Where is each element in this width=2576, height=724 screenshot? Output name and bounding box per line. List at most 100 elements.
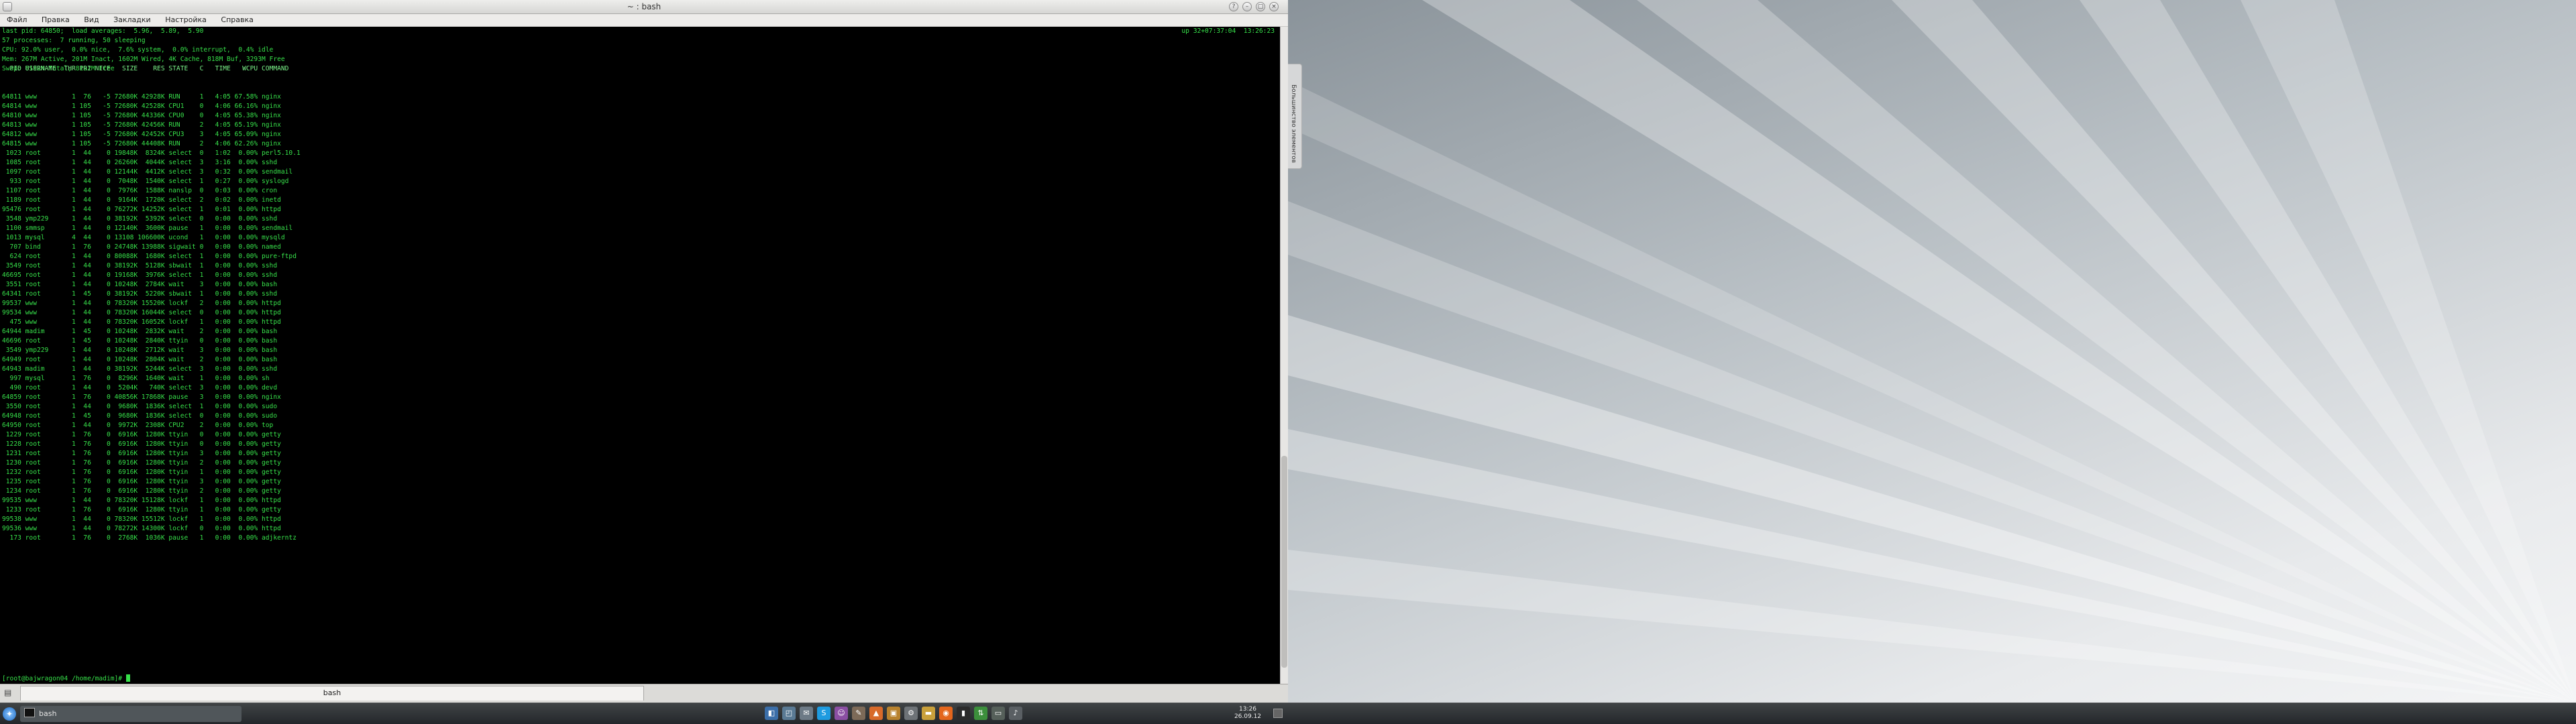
process-row: 64811 www 1 76 -5 72680K 42928K RUN 1 4:… (2, 93, 281, 101)
help-button[interactable]: ? (1229, 2, 1238, 11)
desktop-wallpaper[interactable]: Большинство элементов (1288, 0, 2576, 703)
menu-file[interactable]: Файл (0, 14, 32, 26)
process-row: 1097 root 1 44 0 12144K 4412K select 3 0… (2, 168, 293, 176)
clock-date: 26.09.12 (1234, 713, 1262, 720)
network-icon[interactable]: ⇅ (974, 707, 987, 720)
taskbar: ✦ bash ◧ ◰ ✉ S ☺ ✎ ▲ ▣ ⚙ ▬ ◉ ▮ ⇅ ▭ ♪ 13:26 26.09.12 (0, 703, 2576, 724)
mail-icon[interactable]: ✉ (800, 707, 813, 720)
process-row: 490 root 1 44 0 5204K 740K select 3 0:00… (2, 384, 278, 391)
process-row: 624 root 1 44 0 80088K 1680K select 1 0:… (2, 253, 297, 260)
gear-icon[interactable]: ⚙ (904, 707, 918, 720)
process-row: 99535 www 1 44 0 78320K 15128K lockf 1 0… (2, 497, 281, 504)
minimize-button[interactable]: – (1242, 2, 1252, 11)
brief-icon[interactable]: ▣ (887, 707, 900, 720)
menu-bookmarks[interactable]: Закладки (107, 14, 156, 26)
folder-icon[interactable]: ▬ (922, 707, 935, 720)
desktop-side-widget[interactable]: Большинство элементов (1288, 64, 1302, 169)
process-row: 64950 root 1 44 0 9972K 2308K CPU2 2 0:0… (2, 422, 274, 429)
tool-icon[interactable]: ✎ (852, 707, 865, 720)
process-row: 707 bind 1 76 0 24748K 13988K sigwait 0 … (2, 243, 281, 251)
text-cursor (125, 674, 130, 682)
process-row: 1228 root 1 76 0 6916K 1280K ttyin 0 0:0… (2, 440, 281, 448)
process-row: 99538 www 1 44 0 78320K 15512K lockf 1 0… (2, 516, 281, 523)
process-row: 64944 madim 1 45 0 10248K 2832K wait 2 0… (2, 328, 278, 335)
terminal-icon[interactable]: ▮ (957, 707, 970, 720)
process-row: 1189 root 1 44 0 9164K 1720K select 2 0:… (2, 196, 281, 204)
process-row: 1100 smmsp 1 44 0 12140K 3600K pause 1 0… (2, 225, 293, 232)
task-konsole[interactable]: bash (20, 706, 241, 722)
process-row: 1085 root 1 44 0 26260K 4044K select 3 3… (2, 159, 278, 166)
menu-help[interactable]: Справка (214, 14, 258, 26)
firefox-icon[interactable]: ◉ (939, 707, 953, 720)
process-row: 64814 www 1 105 -5 72680K 42528K CPU1 0 … (2, 103, 281, 110)
process-row: 1107 root 1 44 0 7976K 1588K nanslp 0 0:… (2, 187, 278, 194)
process-row: 64812 www 1 105 -5 72680K 42452K CPU3 3 … (2, 131, 281, 138)
process-table-header: PID USERNAME THR PRI NICE SIZE RES STATE… (2, 65, 289, 72)
process-row: 1013 mysql 4 44 0 13108 106600K ucond 1 … (2, 234, 285, 241)
process-row: 997 mysql 1 76 0 8296K 1640K wait 1 0:00… (2, 375, 270, 382)
process-row: 3549 root 1 44 0 38192K 5128K sbwait 1 0… (2, 262, 278, 269)
close-button[interactable]: × (1269, 2, 1279, 11)
process-table: PID USERNAME THR PRI NICE SIZE RES STATE… (2, 46, 301, 562)
skype-icon[interactable]: S (817, 707, 830, 720)
process-row: 3549 ymp229 1 44 0 10248K 2712K wait 3 0… (2, 347, 278, 354)
window-title: ~ : bash (627, 2, 661, 11)
prompt-text: [root@bajwragon04 /home/madim]# (2, 675, 126, 682)
process-row: 99534 www 1 44 0 78320K 16044K select 0 … (2, 309, 281, 316)
clock-time: 13:26 (1239, 706, 1256, 713)
process-row: 1232 root 1 76 0 6916K 1280K ttyin 1 0:0… (2, 469, 281, 476)
process-row: 64810 www 1 105 -5 72680K 44336K CPU0 0 … (2, 112, 281, 119)
process-row: 933 root 1 44 0 7048K 1540K select 1 0:2… (2, 178, 289, 185)
clock[interactable]: 13:26 26.09.12 (1228, 706, 1268, 721)
process-row: 64813 www 1 105 -5 72680K 42456K RUN 2 4… (2, 121, 281, 129)
konsole-window: ~ : bash ? – ▢ × Файл Правка Вид Закладк… (0, 0, 1288, 703)
maximize-button[interactable]: ▢ (1256, 2, 1265, 11)
process-row: 3550 root 1 44 0 9680K 1836K select 1 0:… (2, 403, 278, 410)
side-widget-label: Большинство элементов (1290, 84, 1297, 164)
process-row: 3551 root 1 44 0 10248K 2784K wait 3 0:0… (2, 281, 278, 288)
process-row: 1230 root 1 76 0 6916K 1280K ttyin 2 0:0… (2, 459, 281, 467)
menu-settings[interactable]: Настройка (158, 14, 212, 26)
menu-view[interactable]: Вид (77, 14, 104, 26)
volume-icon[interactable]: ♪ (1009, 707, 1022, 720)
terminal-scrollbar[interactable] (1280, 27, 1288, 684)
process-row: 64949 root 1 44 0 10248K 2804K wait 2 0:… (2, 356, 278, 363)
process-row: 64341 root 1 45 0 38192K 5220K sbwait 1 … (2, 290, 278, 298)
battery-icon[interactable]: ▭ (991, 707, 1005, 720)
process-row: 3548 ymp229 1 44 0 38192K 5392K select 0… (2, 215, 278, 223)
show-desktop-button[interactable] (1273, 709, 1283, 718)
process-row: 475 www 1 44 0 78320K 16052K lockf 1 0:0… (2, 318, 281, 326)
process-row: 95476 root 1 44 0 76272K 14252K select 1… (2, 206, 281, 213)
process-row: 1023 root 1 44 0 19848K 8324K select 0 1… (2, 149, 301, 157)
tab-bash[interactable]: bash (20, 686, 644, 701)
shell-prompt[interactable]: [root@bajwragon04 /home/madim]# (2, 674, 130, 684)
process-rows: 64811 www 1 76 -5 72680K 42928K RUN 1 4:… (2, 93, 301, 543)
terminal-icon (24, 708, 35, 717)
process-row: 46695 root 1 44 0 19168K 3976K select 1 … (2, 272, 278, 279)
top-summary-line: last pid: 64850; load averages: 5.96, 5.… (2, 27, 204, 35)
app-1-icon[interactable]: ◧ (765, 707, 778, 720)
scrollbar-thumb[interactable] (1281, 456, 1287, 668)
task-label: bash (39, 709, 57, 718)
menu-bar: Файл Правка Вид Закладки Настройка Справ… (0, 14, 1288, 27)
process-row: 1233 root 1 76 0 6916K 1280K ttyin 1 0:0… (2, 506, 281, 514)
process-row: 64948 root 1 45 0 9680K 1836K select 0 0… (2, 412, 278, 420)
tab-bar: ▤ bash (0, 684, 1288, 703)
flame-icon[interactable]: ▲ (869, 707, 883, 720)
app-2-icon[interactable]: ◰ (782, 707, 796, 720)
pidgin-icon[interactable]: ☺ (835, 707, 848, 720)
process-row: 1231 root 1 76 0 6916K 1280K ttyin 3 0:0… (2, 450, 281, 457)
process-row: 99536 www 1 44 0 78272K 14300K lockf 0 0… (2, 525, 281, 532)
new-tab-icon[interactable]: ▤ (4, 688, 15, 699)
menu-edit[interactable]: Правка (35, 14, 75, 26)
top-summary-line: 57 processes: 7 running, 50 sleeping (2, 37, 146, 44)
window-titlebar[interactable]: ~ : bash ? – ▢ × (0, 0, 1288, 14)
terminal-output[interactable]: last pid: 64850; load averages: 5.96, 5.… (0, 27, 1280, 684)
process-row: 46696 root 1 45 0 10248K 2840K ttyin 0 0… (2, 337, 278, 345)
kde-launcher-icon[interactable]: ✦ (3, 707, 16, 721)
process-row: 173 root 1 76 0 2768K 1036K pause 1 0:00… (2, 534, 297, 542)
process-row: 1235 root 1 76 0 6916K 1280K ttyin 3 0:0… (2, 478, 281, 485)
process-row: 1229 root 1 76 0 6916K 1280K ttyin 0 0:0… (2, 431, 281, 438)
process-row: 64815 www 1 105 -5 72680K 44408K RUN 2 4… (2, 140, 281, 147)
process-row: 64859 root 1 76 0 40856K 17868K pause 3 … (2, 394, 281, 401)
